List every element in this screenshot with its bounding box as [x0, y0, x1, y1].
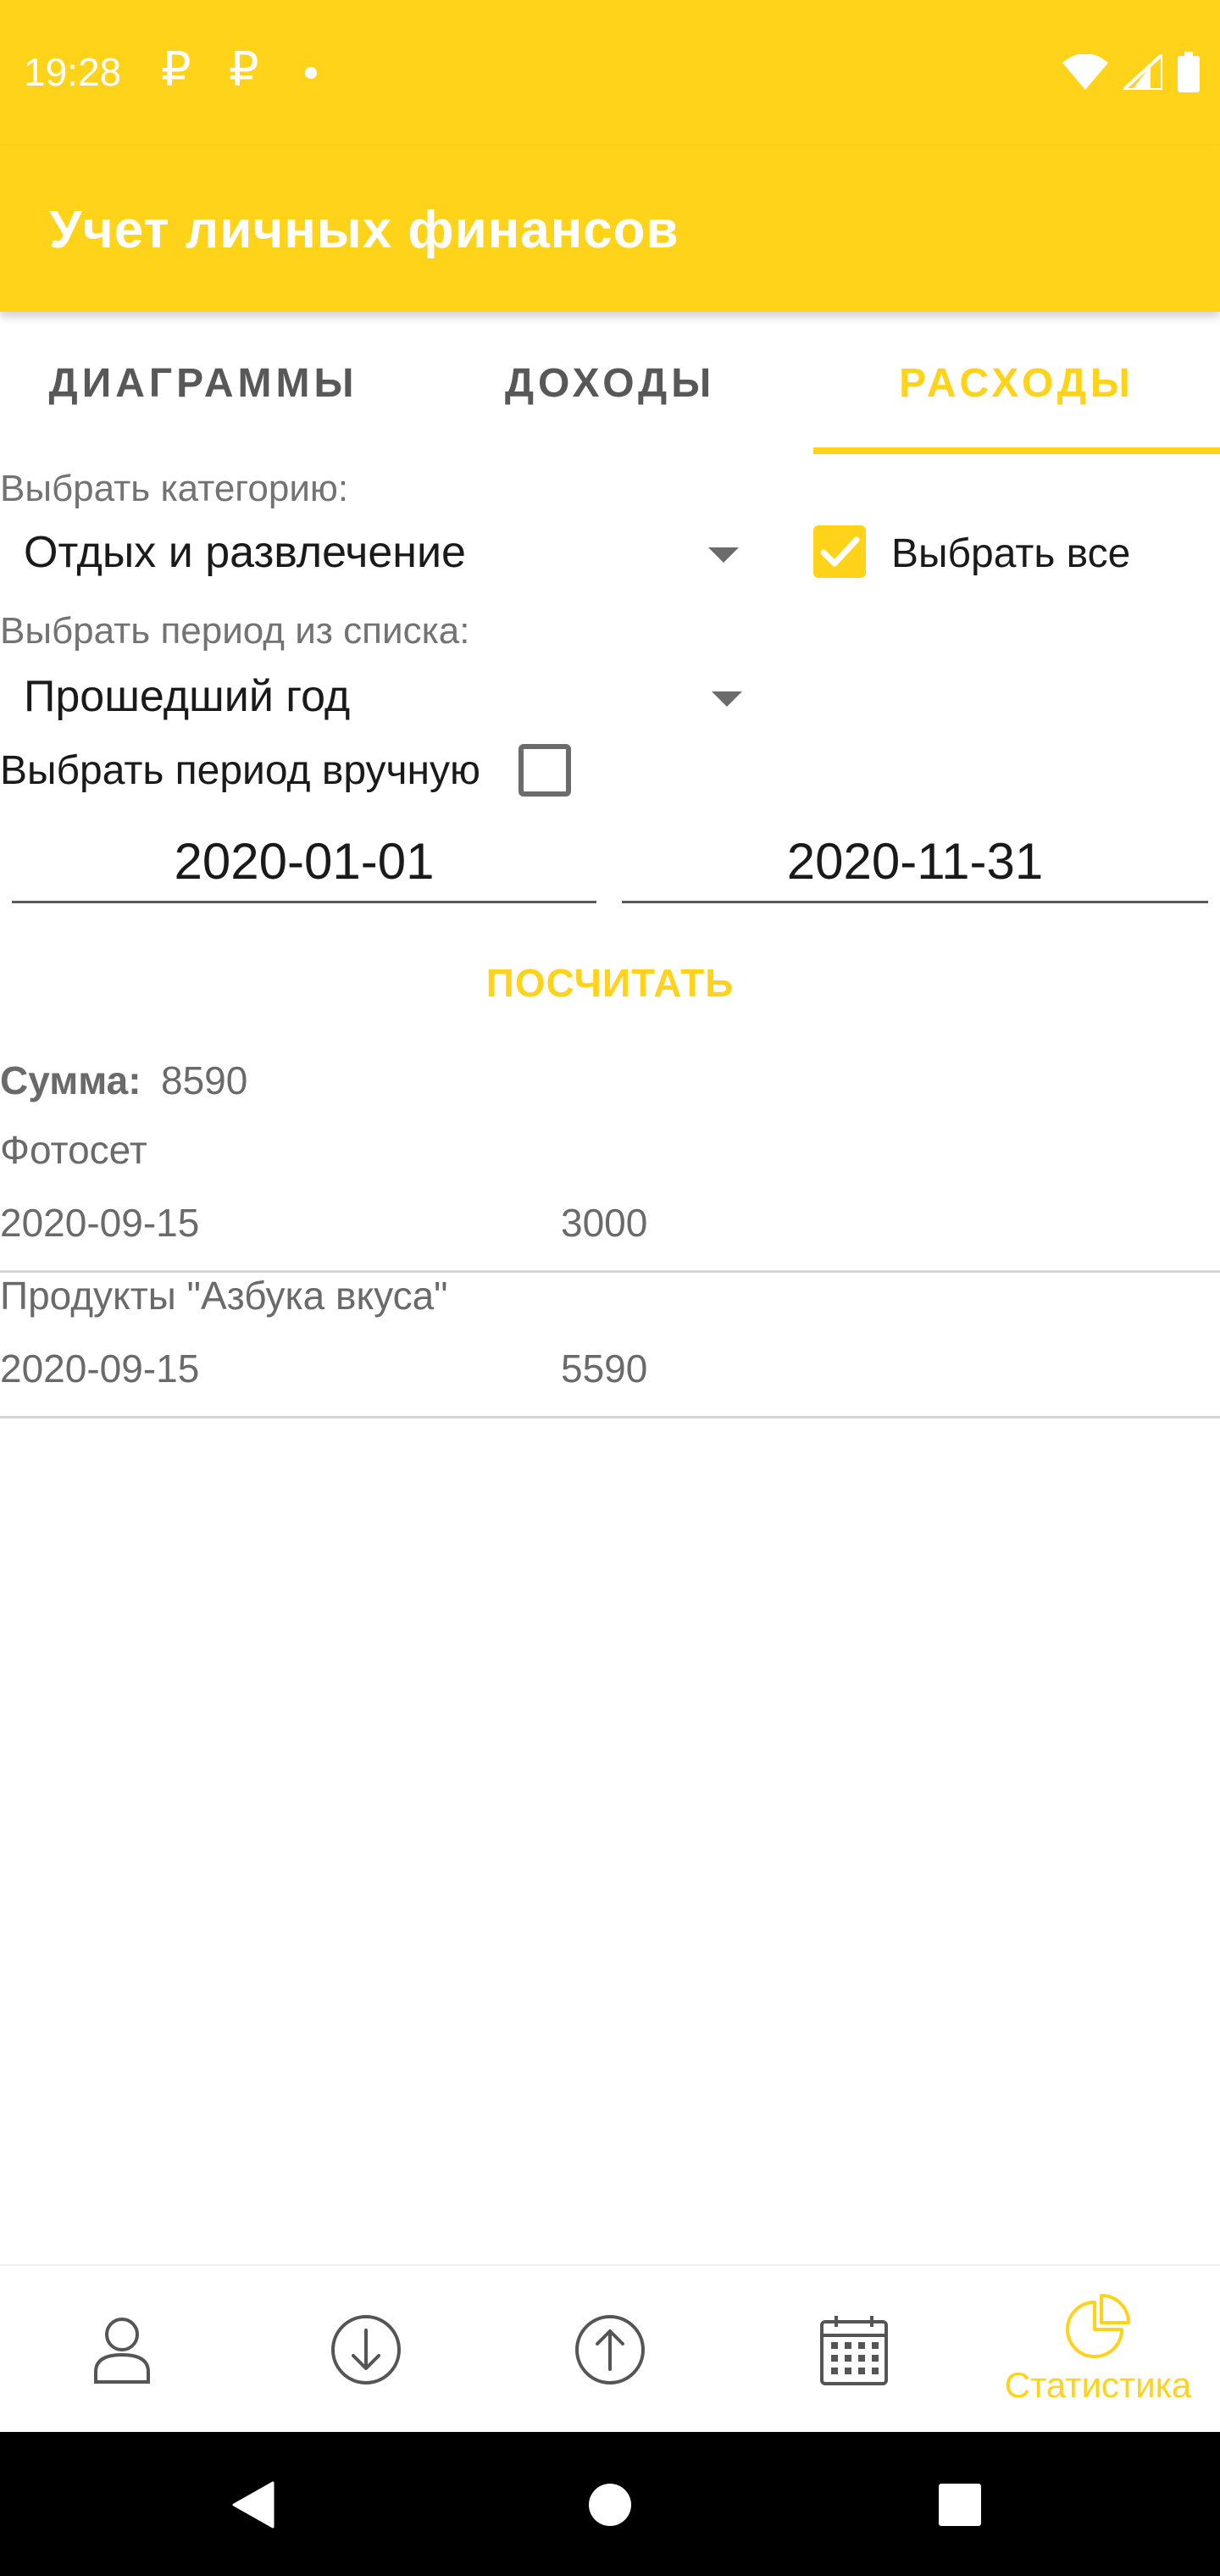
- checkbox-unchecked-icon: [518, 744, 571, 797]
- tab-bar: ДИАГРАММЫ ДОХОДЫ РАСХОДЫ: [0, 312, 1220, 454]
- list-item[interactable]: Фотосет 2020-09-15 3000: [0, 1127, 1220, 1273]
- app-bar: Учет личных финансов: [0, 146, 1220, 312]
- more-notifications-icon: [305, 67, 317, 79]
- wifi-icon: [1062, 54, 1108, 90]
- period-label: Выбрать период из списка:: [0, 610, 470, 652]
- category-value: Отдых и развлечение: [24, 528, 466, 577]
- system-navigation-bar: [0, 2432, 1220, 2576]
- manual-period-label: Выбрать период вручную: [0, 748, 481, 793]
- nav-expenses[interactable]: [488, 2266, 732, 2434]
- nav-statistics-label: Статистика: [1004, 2365, 1192, 2405]
- home-icon[interactable]: [588, 2483, 632, 2527]
- select-all-checkbox[interactable]: Выбрать все: [813, 525, 1169, 585]
- date-from-field[interactable]: 2020-01-01: [12, 822, 596, 903]
- entry-date: 2020-09-15: [0, 1201, 200, 1245]
- entry-name: Продукты "Азбука вкуса": [0, 1274, 448, 1318]
- arrow-up-circle-icon: [575, 2315, 645, 2384]
- entry-name: Фотосет: [0, 1128, 147, 1172]
- bottom-navigation: Статистика: [0, 2264, 1220, 2432]
- ruble-notification-icon: ₽: [161, 42, 191, 97]
- signal-icon: [1123, 54, 1162, 90]
- ruble-notification-icon: ₽: [229, 42, 259, 97]
- pie-chart-icon: [1066, 2294, 1130, 2358]
- select-all-label: Выбрать все: [891, 531, 1131, 576]
- status-bar: 19:28 ₽ ₽: [0, 0, 1220, 146]
- nav-profile[interactable]: [0, 2266, 244, 2434]
- date-to-field[interactable]: 2020-11-31: [622, 822, 1208, 903]
- calendar-icon: [820, 2316, 888, 2385]
- manual-period-checkbox[interactable]: Выбрать период вручную: [0, 739, 593, 800]
- status-time: 19:28: [24, 50, 122, 94]
- person-icon: [94, 2318, 150, 2384]
- sum-label: Сумма:: [0, 1058, 141, 1102]
- category-label: Выбрать категорию:: [0, 468, 349, 509]
- checkbox-checked-icon: [813, 525, 866, 578]
- nav-statistics[interactable]: Статистика: [976, 2266, 1220, 2434]
- entry-amount: 5590: [561, 1346, 648, 1391]
- arrow-down-circle-icon: [331, 2315, 401, 2384]
- period-value: Прошедший год: [24, 672, 351, 721]
- tab-expenses[interactable]: РАСХОДЫ: [813, 312, 1220, 454]
- recents-icon[interactable]: [939, 2484, 981, 2526]
- period-dropdown[interactable]: Прошедший год: [0, 661, 762, 734]
- dropdown-arrow-icon: [712, 691, 742, 707]
- nav-calendar[interactable]: [732, 2266, 976, 2434]
- sum-value: 8590: [161, 1058, 248, 1102]
- nav-income[interactable]: [244, 2266, 488, 2434]
- app-title: Учет личных финансов: [49, 201, 679, 259]
- tab-charts[interactable]: ДИАГРАММЫ: [0, 312, 407, 454]
- calculate-button[interactable]: ПОСЧИТАТЬ: [441, 949, 779, 1017]
- entry-date: 2020-09-15: [0, 1346, 200, 1391]
- back-icon[interactable]: [232, 2481, 274, 2529]
- dropdown-arrow-icon: [708, 547, 739, 563]
- tab-income[interactable]: ДОХОДЫ: [407, 312, 813, 454]
- list-item[interactable]: Продукты "Азбука вкуса" 2020-09-15 5590: [0, 1273, 1220, 1418]
- battery-icon: [1178, 52, 1200, 92]
- category-dropdown[interactable]: Отдых и развлечение: [0, 517, 762, 590]
- entry-amount: 3000: [561, 1201, 648, 1245]
